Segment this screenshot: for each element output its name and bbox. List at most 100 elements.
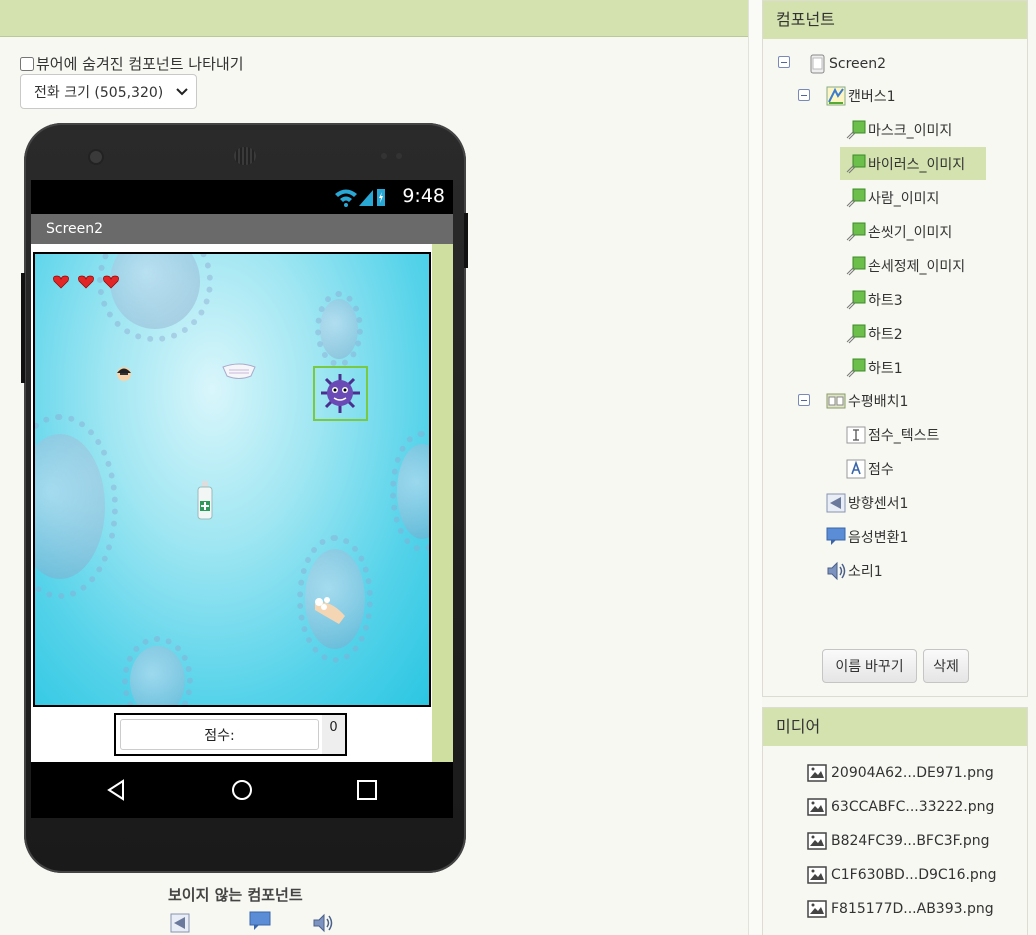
media-file-item[interactable]: 63CCABFC...33222.png: [807, 792, 994, 822]
home-icon[interactable]: [231, 779, 253, 801]
media-file-name: 20904A62...DE971.png: [831, 765, 994, 781]
tree-item-label: 손세정제_이미지: [868, 259, 966, 275]
screen-size-value: 전화 크기 (505,320): [34, 84, 164, 101]
tree-item-label: 음성변환1: [848, 530, 909, 546]
tree-item-label: 손씻기_이미지: [868, 225, 953, 241]
media-file-name: 63CCABFC...33222.png: [831, 799, 995, 815]
tree-item-heart3[interactable]: 하트3: [846, 285, 903, 315]
media-file-item[interactable]: B824FC39...BFC3F.png: [807, 826, 990, 856]
components-panel: 컴포넌트 Screen2 캔버스1 마스크_이미지 바이러스_이미지 사람_이미…: [762, 0, 1028, 697]
heart-sprite-3[interactable]: [103, 275, 119, 289]
collapse-screen2-toggle[interactable]: [778, 56, 790, 68]
battery-icon: [377, 189, 385, 206]
delete-button[interactable]: 삭제: [923, 649, 969, 683]
image-sprite-icon: [846, 120, 866, 140]
tree-item-heart2[interactable]: 하트2: [846, 319, 903, 349]
sanitizer-sprite[interactable]: [195, 481, 215, 521]
status-bar: 9:48: [31, 180, 453, 214]
tree-item-label: 하트3: [868, 293, 903, 309]
media-panel: 미디어 20904A62...DE971.png 63CCABFC...3322…: [762, 707, 1028, 935]
sound-icon[interactable]: [312, 913, 334, 933]
tree-item-label: 바이러스_이미지: [868, 156, 966, 173]
text-to-speech-icon: [826, 527, 846, 545]
tree-item-label: 수평배치1: [848, 394, 909, 410]
back-icon[interactable]: [106, 779, 128, 801]
text-to-speech-icon[interactable]: [249, 911, 271, 931]
heart-sprite-1[interactable]: [53, 275, 69, 289]
phone-screen: 9:48 Screen2 점수: 0: [31, 180, 453, 818]
tree-item-sanitizer-image[interactable]: 손세정제_이미지: [846, 251, 965, 281]
tree-item-score-label[interactable]: 점수: [846, 454, 894, 484]
status-time: 9:48: [402, 185, 445, 207]
media-file-item[interactable]: F815177D...AB393.png: [807, 894, 994, 924]
virus-icon: [321, 374, 360, 413]
screen-size-select[interactable]: 전화 크기 (505,320): [20, 74, 197, 109]
nonvisible-components-title: 보이지 않는 컴포넌트: [168, 886, 303, 904]
tree-item-score-textbox[interactable]: 점수_텍스트: [846, 420, 939, 450]
image-file-icon: [807, 900, 827, 918]
textbox-icon: [846, 426, 866, 444]
score-textbox[interactable]: 점수:: [120, 719, 319, 750]
handwash-sprite[interactable]: [311, 594, 349, 628]
nonvisible-components: [168, 911, 348, 935]
heart-sprite-2[interactable]: [78, 275, 94, 289]
show-hidden-checkbox[interactable]: [20, 56, 34, 71]
tree-item-screen2[interactable]: Screen2: [807, 49, 886, 79]
image-sprite-icon: [846, 256, 866, 276]
viewer-top-bar: [0, 0, 748, 37]
tree-item-heart1[interactable]: 하트1: [846, 353, 903, 383]
mask-sprite[interactable]: [221, 361, 257, 381]
rename-button[interactable]: 이름 바꾸기: [822, 649, 917, 683]
screen-title-bar: Screen2: [31, 214, 453, 244]
phone-speaker: [234, 147, 256, 165]
media-file-item[interactable]: C1F630BD...D9C16.png: [807, 860, 997, 890]
image-file-icon: [807, 798, 827, 816]
media-header: 미디어: [763, 708, 1027, 746]
screen-scrollbar[interactable]: [432, 244, 453, 762]
orientation-sensor-icon[interactable]: [170, 913, 190, 933]
tree-item-label: 하트1: [868, 361, 903, 377]
tree-item-canvas[interactable]: 캔버스1: [826, 81, 896, 111]
media-file-name: F815177D...AB393.png: [831, 901, 994, 917]
sound-icon: [827, 561, 846, 581]
collapse-arrangement-toggle[interactable]: [798, 394, 810, 406]
components-header: 컴포넌트: [763, 1, 1027, 39]
orientation-sensor-icon: [826, 493, 846, 513]
tree-item-label: 마스크_이미지: [868, 123, 953, 139]
screen-title: Screen2: [46, 221, 104, 237]
score-value: 0: [322, 715, 345, 754]
tree-item-label: 방향센서1: [848, 496, 909, 512]
virus-sprite-selected[interactable]: [313, 366, 368, 421]
show-hidden-components-toggle[interactable]: 뷰어에 숨겨진 컴포넌트 나타내기: [20, 53, 244, 74]
image-sprite-icon: [846, 324, 866, 344]
tree-item-person-image[interactable]: 사람_이미지: [846, 183, 939, 213]
image-sprite-icon: [846, 188, 866, 208]
tree-item-label: Screen2: [829, 56, 887, 72]
tree-item-label: 사람_이미지: [868, 191, 940, 207]
image-file-icon: [807, 832, 827, 850]
media-file-item[interactable]: 20904A62...DE971.png: [807, 758, 994, 788]
chevron-down-icon: [176, 88, 188, 96]
game-canvas[interactable]: [33, 252, 431, 707]
tree-item-horizontal-arrangement[interactable]: 수평배치1: [826, 386, 908, 416]
tree-item-label: 소리1: [848, 564, 883, 580]
phone-sensor: [396, 153, 402, 159]
panel-divider[interactable]: [748, 0, 762, 935]
tree-item-label: 점수: [868, 462, 894, 478]
collapse-canvas-toggle[interactable]: [798, 89, 810, 101]
tree-item-mask-image[interactable]: 마스크_이미지: [846, 115, 952, 145]
person-sprite[interactable]: [115, 366, 133, 382]
image-sprite-icon: [846, 222, 866, 242]
horizontal-arrangement: 점수: 0: [114, 713, 347, 756]
score-label-text: 점수:: [204, 727, 235, 744]
tree-item-handwash-image[interactable]: 손씻기_이미지: [846, 217, 952, 247]
tree-item-virus-image[interactable]: 바이러스_이미지: [840, 147, 986, 180]
recents-icon[interactable]: [356, 779, 378, 801]
media-file-name: C1F630BD...D9C16.png: [831, 867, 997, 883]
screen-icon: [810, 54, 825, 74]
tree-item-orientation-sensor[interactable]: 방향센서1: [826, 488, 908, 518]
tree-item-label: 점수_텍스트: [868, 428, 940, 444]
tree-item-sound[interactable]: 소리1: [826, 556, 883, 586]
tree-item-text-to-speech[interactable]: 음성변환1: [826, 522, 908, 552]
phone-sensor: [381, 153, 387, 159]
